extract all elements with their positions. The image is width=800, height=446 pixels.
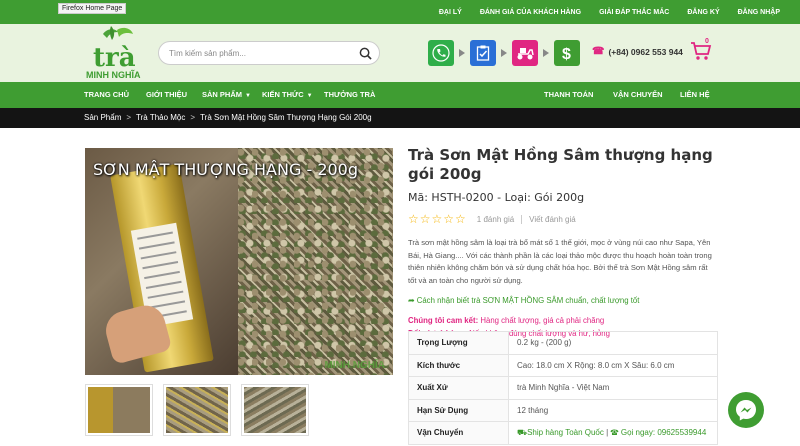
messenger-icon	[736, 400, 756, 421]
thumbnail-strip	[85, 384, 319, 436]
spec-key: Xuất Xứ	[408, 376, 509, 400]
tra-minh-nghia-logo[interactable]: trà MINH NGHĨA	[85, 26, 143, 80]
nav-products-label: SẢN PHẨM	[202, 90, 243, 99]
breadcrumb: Sản Phẩm > Trà Thảo Mộc > Trà Sơn Mật Hồng S…	[0, 108, 800, 128]
top-links: ĐẠI LÝ ĐÁNH GIÁ CỦA KHÁCH HÀNG GIẢI ĐÁP …	[421, 0, 780, 24]
thumbnail[interactable]	[85, 384, 153, 436]
spec-table: Trọng Lượng 0.2 kg - (200 g) Kích thước Ca…	[408, 331, 718, 445]
top-link-register[interactable]: ĐĂNG KÝ	[687, 9, 719, 16]
product-photo-bag	[85, 148, 238, 375]
top-link-reviews[interactable]: ĐÁNH GIÁ CỦA KHÁCH HÀNG	[480, 9, 581, 16]
step-arrow	[501, 49, 507, 57]
table-row: Vận Chuyển ⛟Ship hàng Toàn Quốc | ☎ Gọi n…	[408, 421, 718, 445]
top-link-login[interactable]: ĐĂNG NHẬP	[738, 9, 780, 16]
order-steps: $	[428, 40, 580, 66]
table-row: Kích thước Cao: 18.0 cm X Rộng: 8.0 cm X …	[408, 353, 718, 377]
thumbnail[interactable]	[241, 384, 309, 436]
dollar-icon: $	[554, 40, 580, 66]
clipboard-check-icon	[470, 40, 496, 66]
breadcrumb-item[interactable]: Sản Phẩm	[84, 113, 121, 122]
search-box[interactable]: Tìm kiếm sản phẩm...	[158, 41, 380, 65]
divider	[521, 214, 523, 224]
top-link-faq[interactable]: GIẢI ĐÁP THẮC MẮC	[599, 9, 669, 16]
rating-count[interactable]: 1 đánh giá	[477, 215, 514, 224]
spec-value: Cao: 18.0 cm X Rộng: 8.0 cm X Sâu: 6.0 c…	[508, 353, 718, 377]
shipping-text: Ship hàng Toàn Quốc	[527, 427, 604, 437]
messenger-chat-button[interactable]	[728, 392, 764, 428]
call-now-text[interactable]: Gọi ngay: 09625539944	[621, 428, 706, 437]
table-row: Xuất Xứ trà Minh Nghĩa - Việt Nam	[408, 376, 718, 400]
cart-count: 0	[705, 38, 709, 45]
nav-contact[interactable]: LIÊN HỆ	[680, 82, 710, 108]
product-main-image[interactable]: SƠN MẬT THƯỢNG HẠNG - 200g MINH NGHĨA	[85, 148, 393, 375]
spec-value: 12 tháng	[508, 398, 718, 422]
search-icon[interactable]	[359, 47, 372, 60]
hotline[interactable]: ☎ (+84) 0962 553 944	[592, 46, 683, 57]
spec-value: ⛟Ship hàng Toàn Quốc | ☎ Gọi ngay: 09625…	[508, 421, 718, 445]
nav-knowledge-label: KIẾN THỨC	[262, 90, 304, 99]
product-photo-tea-leaves	[238, 148, 393, 375]
image-caption: SƠN MẬT THƯỢNG HẠNG - 200g	[93, 160, 359, 179]
top-link-agent[interactable]: ĐẠI LÝ	[439, 9, 462, 16]
product-code: Mã: HSTH-0200 - Loại: Gói 200g	[408, 191, 585, 204]
share-icon: ➦	[408, 296, 415, 305]
step-arrow	[543, 49, 549, 57]
commitment-label: Chúng tôi cam kết:	[408, 316, 479, 325]
spec-key: Vận Chuyển	[408, 421, 509, 445]
main-nav: TRANG CHỦ GIỚI THIỆU SẢN PHẨM ▼ KIẾN THỨC…	[0, 82, 800, 108]
commitment-line: Chúng tôi cam kết: Hàng chất lượng, giá …	[408, 314, 718, 327]
rating-row: ☆☆☆☆☆ 1 đánh giá Viết đánh giá	[408, 212, 718, 226]
table-row: Hạn Sử Dụng 12 tháng	[408, 398, 718, 422]
product-description: Trà sơn mật hồng sâm là loại trà bổ mát …	[408, 238, 712, 285]
breadcrumb-separator: >	[190, 113, 196, 122]
spec-key: Kích thước	[408, 353, 509, 377]
truck-icon: ⛟	[517, 427, 528, 437]
write-review-link[interactable]: Viết đánh giá	[529, 215, 576, 224]
top-bar: Firefox Home Page ĐẠI LÝ ĐÁNH GIÁ CỦA KH…	[0, 0, 800, 24]
star-rating-icon[interactable]: ☆☆☆☆☆	[408, 212, 467, 226]
phone-icon: ☎	[610, 427, 619, 437]
svg-text:MINH NGHĨA: MINH NGHĨA	[86, 70, 141, 80]
step-arrow	[459, 49, 465, 57]
thumbnail[interactable]	[163, 384, 231, 436]
breadcrumb-separator: >	[126, 113, 132, 122]
image-watermark: MINH NGHĨA	[324, 360, 385, 371]
svg-text:trà: trà	[93, 43, 136, 73]
commitment-text: Hàng chất lượng, giá cả phải chăng	[478, 316, 605, 325]
nav-products[interactable]: SẢN PHẨM ▼	[202, 82, 251, 108]
spec-key: Hạn Sử Dụng	[408, 398, 509, 422]
phone-call-icon	[428, 40, 454, 66]
delivery-scooter-icon	[512, 40, 538, 66]
howto-label: Cách nhận biết trà SƠN MẬT HỒNG SÂM chuẩ…	[416, 296, 640, 305]
product-details: Trà Sơn Mật Hồng Sâm thượng hạng gói 200…	[408, 146, 718, 340]
nav-home[interactable]: TRANG CHỦ	[84, 82, 129, 108]
nav-knowledge[interactable]: KIẾN THỨC ▼	[262, 82, 313, 108]
svg-text:$: $	[562, 46, 571, 62]
hotline-number[interactable]: (+84) 0962 553 944	[608, 47, 682, 57]
nav-shipping[interactable]: VẬN CHUYỂN	[613, 82, 663, 108]
cart-button[interactable]: 0	[690, 38, 714, 62]
spec-key: Trọng Lượng	[408, 331, 509, 355]
spec-value: 0.2 kg - (200 g)	[508, 331, 718, 355]
nav-payment[interactable]: THANH TOÁN	[544, 82, 593, 108]
nav-about[interactable]: GIỚI THIỆU	[146, 82, 187, 108]
browser-tooltip: Firefox Home Page	[58, 3, 127, 14]
howto-link[interactable]: ➦ Cách nhận biết trà SƠN MẬT HỒNG SÂM ch…	[408, 296, 718, 305]
chevron-down-icon: ▼	[306, 93, 313, 99]
chevron-down-icon: ▼	[245, 93, 251, 99]
breadcrumb-item[interactable]: Trà Thảo Mộc	[136, 113, 185, 122]
search-input[interactable]: Tìm kiếm sản phẩm...	[169, 49, 246, 58]
phone-icon: ☎	[592, 46, 605, 57]
product-title: Trà Sơn Mật Hồng Sâm thượng hạng gói 200…	[408, 146, 713, 183]
table-row: Trọng Lượng 0.2 kg - (200 g)	[408, 331, 718, 355]
breadcrumb-current: Trà Sơn Mật Hồng Sâm Thượng Hạng Gói 200…	[200, 113, 372, 122]
spec-value: trà Minh Nghĩa - Việt Nam	[508, 376, 718, 400]
nav-tea-tasting[interactable]: THƯỞNG TRÀ	[324, 82, 375, 108]
